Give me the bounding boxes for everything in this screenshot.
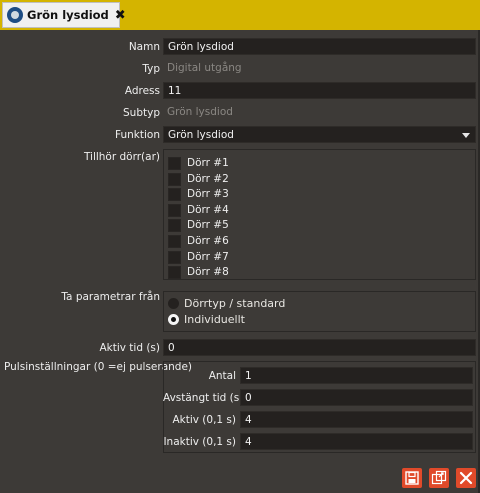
door-label: Dörr #4 [187, 204, 229, 216]
checkbox[interactable] [168, 250, 181, 264]
door-label: Dörr #3 [187, 188, 229, 200]
puls-label: Pulsinställningar (0 =ej pulserande) [4, 361, 193, 373]
aktiv-tid-input[interactable]: 0 [163, 339, 476, 356]
inaktiv-pulse-input[interactable]: 4 [240, 433, 473, 450]
save-copy-button[interactable] [429, 468, 449, 488]
door-label: Dörr #7 [187, 251, 229, 263]
adress-label: Adress [124, 85, 160, 97]
checkbox[interactable] [168, 172, 181, 186]
door-checkbox-3[interactable]: Dörr #3 [168, 187, 229, 201]
door-label: Dörr #6 [187, 235, 229, 247]
checkbox[interactable] [168, 187, 181, 201]
typ-value: Digital utgång [163, 60, 476, 77]
tab-title: Grön lysdiod [27, 8, 109, 22]
checkbox[interactable] [168, 218, 181, 232]
checkbox[interactable] [168, 265, 181, 279]
radio-label-individuellt: Individuellt [184, 312, 245, 326]
radio-button-selected[interactable] [168, 313, 179, 325]
form-panel: Namn Grön lysdiod Typ Digital utgång Adr… [0, 30, 480, 493]
door-checkbox-6[interactable]: Dörr #6 [168, 234, 229, 248]
door-checkbox-5[interactable]: Dörr #5 [168, 218, 229, 232]
chevron-down-icon [462, 133, 470, 138]
subtyp-value: Grön lysdiod [163, 104, 476, 121]
checkbox[interactable] [168, 156, 181, 170]
door-checkbox-1[interactable]: Dörr #1 [168, 156, 229, 170]
radio-label-dorrtyp: Dörrtyp / standard [184, 296, 286, 310]
funktion-selected-value: Grön lysdiod [168, 129, 234, 141]
door-checkbox-7[interactable]: Dörr #7 [168, 250, 229, 264]
antal-input[interactable]: 1 [240, 367, 473, 384]
save-button[interactable] [402, 468, 422, 488]
aktiv-pulse-input[interactable]: 4 [240, 411, 473, 428]
door-checkbox-8[interactable]: Dörr #8 [168, 265, 229, 279]
namn-label: Namn [128, 41, 160, 53]
door-checkbox-2[interactable]: Dörr #2 [168, 172, 229, 186]
radio-dorrtyp-standard[interactable]: Dörrtyp / standard [168, 296, 285, 310]
door-label: Dörr #1 [187, 157, 229, 169]
close-icon [459, 471, 473, 485]
avstangt-tid-input[interactable]: 0 [240, 389, 473, 406]
doors-label: Tillhör dörr(ar) [83, 151, 160, 163]
params-label: Ta parametrar från [61, 291, 160, 303]
radio-individuellt[interactable]: Individuellt [168, 312, 245, 326]
funktion-label: Funktion [115, 129, 160, 141]
namn-input[interactable]: Grön lysdiod [163, 38, 476, 55]
save-icon [405, 471, 419, 485]
adress-input[interactable]: 11 [163, 82, 476, 99]
close-button[interactable] [456, 468, 476, 488]
aktiv-tid-label: Aktiv tid (s) [99, 342, 160, 354]
checkbox[interactable] [168, 234, 181, 248]
door-label: Dörr #5 [187, 219, 229, 231]
aktiv-pulse-label: Aktiv (0,1 s) [172, 414, 236, 426]
door-checkbox-4[interactable]: Dörr #4 [168, 203, 229, 217]
led-device-icon [7, 7, 23, 23]
subtyp-label: Subtyp [123, 107, 160, 119]
door-label: Dörr #2 [187, 173, 229, 185]
funktion-select[interactable]: Grön lysdiod [163, 126, 476, 143]
tab-gron-lysdiod[interactable]: Grön lysdiod ✖ [2, 2, 126, 28]
door-label: Dörr #8 [187, 266, 229, 278]
typ-label: Typ [142, 63, 160, 75]
avstangt-tid-label: Avstängt tid (s) [163, 392, 244, 404]
inaktiv-pulse-label: Inaktiv (0,1 s) [163, 436, 236, 448]
save-copy-icon [431, 470, 447, 485]
tab-close-icon[interactable]: ✖ [115, 8, 126, 23]
radio-button[interactable] [168, 297, 179, 309]
checkbox[interactable] [168, 203, 181, 217]
antal-label: Antal [208, 370, 236, 382]
